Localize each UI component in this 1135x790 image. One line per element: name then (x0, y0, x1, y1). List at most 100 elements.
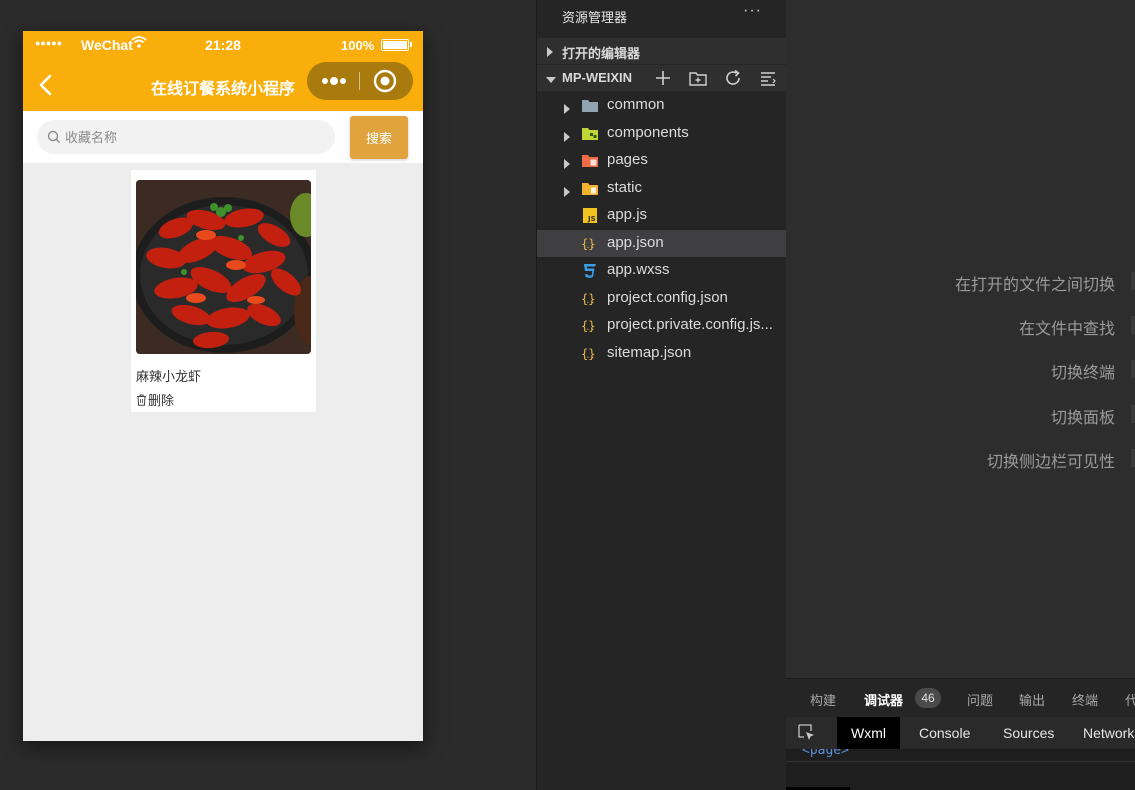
devtools-content: <page> (786, 749, 1135, 790)
file-item[interactable]: {}.. project.private.config.js... (537, 312, 787, 339)
svg-text:..: .. (586, 351, 596, 360)
collapse-all-icon[interactable] (758, 68, 778, 88)
caret-right-icon (563, 184, 571, 197)
svg-text:JS: JS (587, 215, 596, 223)
file-name: common (607, 96, 665, 113)
json-file-icon: {}.. (581, 317, 599, 334)
file-item[interactable]: app.wxss (537, 257, 787, 284)
file-item[interactable]: {}.. sitemap.json (537, 340, 787, 367)
navigation-bar: 在线订餐系统小程序 (23, 59, 423, 111)
trash-icon (136, 394, 147, 406)
panel-tabs: 构建 调试器 46 问题 输出 终端 代 (786, 679, 1135, 717)
static-folder-icon (581, 180, 599, 197)
devtools-tab-network[interactable]: Network (1069, 717, 1135, 749)
delete-label: 删除 (148, 393, 175, 408)
tab-build[interactable]: 构建 (810, 690, 836, 709)
shortcut-hint: 切换终端 (1050, 365, 1115, 383)
close-target-icon[interactable] (373, 69, 397, 93)
project-section[interactable]: MP-WEIXIN (537, 65, 787, 91)
devtools-tab-sources[interactable]: Sources (989, 717, 1068, 749)
file-item[interactable]: JS app.js (537, 202, 787, 229)
battery-icon (381, 39, 409, 51)
folder-icon (581, 97, 599, 114)
section-label: 打开的编辑器 (562, 46, 641, 61)
js-file-icon: JS (581, 207, 599, 224)
file-name: app.wxss (607, 261, 670, 278)
file-item[interactable]: {}.. app.json (537, 229, 787, 257)
editor-area: 在打开的文件之间切换在文件中查找切换终端切换面板切换侧边栏可见性 (786, 0, 1135, 678)
battery-tip (410, 42, 412, 47)
wxml-code-line: <page> (802, 749, 849, 758)
search-box (37, 120, 335, 154)
file-name: app.js (607, 206, 648, 223)
refresh-icon[interactable] (723, 68, 743, 88)
debugger-count-badge: 46 (915, 688, 941, 708)
back-arrow-icon[interactable] (33, 71, 61, 99)
tab-output[interactable]: 输出 (1019, 690, 1045, 709)
tab-terminal[interactable]: 终端 (1072, 690, 1098, 709)
simulator-area: ●●●●● WeChat 21:28 100% 在线订餐系统小程序 收藏名称 搜… (0, 0, 536, 790)
more-dots-icon[interactable] (317, 70, 351, 92)
file-name: pages (607, 151, 648, 168)
pages-folder-icon (581, 152, 599, 169)
caret-right-icon (546, 45, 554, 57)
favorite-name: 麻辣小龙虾 (136, 369, 202, 384)
file-name: project.config.json (607, 288, 728, 306)
tab-debugger[interactable]: 调试器 (864, 690, 903, 709)
caret-right-icon (563, 101, 571, 114)
svg-text:..: .. (586, 241, 596, 250)
keybinding-stub (1131, 404, 1135, 423)
file-name: project.private.config.js... (607, 316, 773, 333)
battery-percent: 100% (341, 38, 375, 53)
status-bar: ●●●●● WeChat 21:28 100% (23, 31, 423, 59)
devtools-tabs: Wxml Console Sources Network (786, 717, 1135, 749)
keybinding-stub (1131, 272, 1135, 290)
capsule-divider (359, 72, 360, 90)
devtools-divider (786, 761, 1135, 762)
page-title: 在线订餐系统小程序 (150, 81, 295, 98)
search-button[interactable]: 搜索 (350, 116, 408, 159)
folder-item[interactable]: common (537, 92, 787, 119)
explorer-header: 资源管理器 ··· (537, 0, 787, 34)
keybinding-stub (1131, 316, 1135, 335)
caret-down-icon (546, 72, 556, 83)
new-file-icon[interactable] (653, 68, 673, 88)
more-options-icon[interactable]: ··· (743, 2, 762, 20)
shortcut-hint: 切换侧边栏可见性 (986, 453, 1115, 471)
json-file-icon: {}.. (581, 345, 599, 362)
keybinding-stub (1131, 448, 1135, 467)
search-bar: 搜索 (23, 111, 423, 163)
folder-item[interactable]: pages (537, 147, 787, 174)
inspect-element-icon[interactable] (798, 724, 816, 742)
tab-code[interactable]: 代 (1125, 690, 1135, 709)
json-file-icon: {}.. (581, 290, 599, 307)
file-name: static (607, 178, 643, 196)
svg-text:..: .. (586, 323, 596, 332)
file-name: app.json (607, 233, 664, 251)
caret-right-icon (563, 129, 571, 142)
css-file-icon (581, 262, 599, 279)
folder-item[interactable]: static (537, 175, 787, 202)
svg-text:..: .. (586, 296, 596, 305)
shortcut-hint: 在打开的文件之间切换 (954, 277, 1115, 294)
devtools-tab-wxml[interactable]: Wxml (837, 717, 900, 749)
caret-right-icon (563, 156, 571, 169)
delete-favorite-button[interactable]: 删除 (136, 390, 174, 409)
tab-problems[interactable]: 问题 (967, 690, 993, 709)
shortcut-hint: 切换面板 (1050, 409, 1115, 427)
menu-capsule (307, 62, 413, 100)
new-folder-icon[interactable] (688, 68, 708, 88)
file-item[interactable]: {}.. project.config.json (537, 285, 787, 312)
explorer-title: 资源管理器 (562, 10, 628, 25)
search-icon (47, 130, 61, 144)
json-file-icon: {}.. (581, 235, 599, 252)
file-name: components (607, 123, 689, 141)
open-editors-section[interactable]: 打开的编辑器 (537, 38, 787, 64)
devtools-tab-console[interactable]: Console (905, 717, 984, 749)
favorite-card[interactable]: 麻辣小龙虾 删除 (131, 170, 316, 412)
folder-item[interactable]: components (537, 120, 787, 147)
shortcut-hint: 在文件中查找 (1018, 321, 1115, 339)
bottom-panel: 构建 调试器 46 问题 输出 终端 代 Wxml Console Source… (786, 678, 1135, 790)
search-input[interactable] (65, 126, 325, 148)
components-folder-icon (581, 125, 599, 142)
